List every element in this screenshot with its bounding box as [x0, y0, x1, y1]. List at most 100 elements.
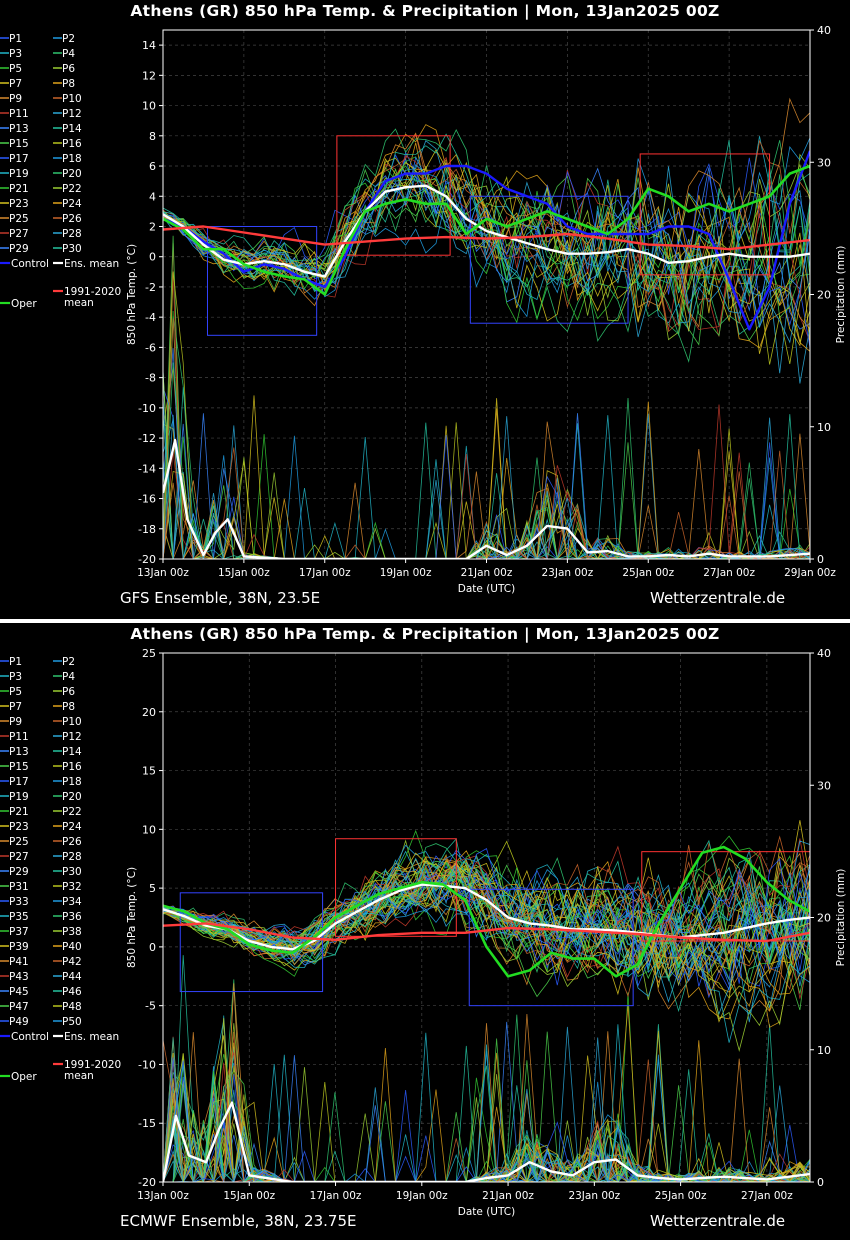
legend-item: P30 — [62, 243, 82, 255]
legend-item: P30 — [62, 866, 82, 878]
legend-item: Oper — [11, 298, 37, 310]
ecmwf-chart: -20 -15 -10 -5 0 5 10 15 20 25 0 10 20 30 40 13Jan 00z 1… — [0, 647, 847, 1218]
y2-tick-label: 30 — [817, 156, 831, 169]
y-axis-label: 850 hPa Temp. (°C) — [126, 244, 138, 345]
legend-item: P6 — [62, 686, 75, 698]
legend-item: P7 — [9, 701, 22, 713]
legend-item: P5 — [9, 63, 22, 75]
legend-item: P48 — [62, 1001, 82, 1013]
y-tick-label: -8 — [145, 372, 156, 385]
member-precip-line — [163, 386, 810, 559]
legend-item: P28 — [62, 851, 82, 863]
legend-item: P40 — [62, 941, 82, 953]
y-tick-label: -10 — [138, 402, 156, 415]
x-tick-label: 19Jan 00z — [396, 1190, 448, 1202]
legend-item: P1 — [9, 33, 22, 45]
y-tick-label: 6 — [149, 160, 156, 173]
y-tick-label: -5 — [145, 1000, 156, 1013]
legend-item: P17 — [9, 776, 29, 788]
legend-item: P27 — [9, 851, 29, 863]
legend-item: P20 — [62, 791, 82, 803]
legend-item: P8 — [62, 701, 75, 713]
legend-item: P25 — [9, 213, 29, 225]
x-tick-label: 21Jan 00z — [461, 567, 513, 579]
y-axis-label: 850 hPa Temp. (°C) — [126, 867, 138, 968]
plot-area — [163, 820, 810, 1182]
legend-item: P19 — [9, 168, 29, 180]
legend-item: P2 — [62, 656, 75, 668]
y2-axis-label: Precipitation (mm) — [835, 869, 847, 967]
site-label: Wetterzentrale.de — [650, 1212, 786, 1230]
site-label: Wetterzentrale.de — [650, 589, 786, 607]
ecmwf-panel: Athens (GR) 850 hPa Temp. & Precipitatio… — [0, 623, 850, 1240]
x-tick-label: 25Jan 00z — [622, 567, 674, 579]
legend-item: P23 — [9, 198, 29, 210]
gfs-panel: Athens (GR) 850 hPa Temp. & Precipitatio… — [0, 0, 850, 620]
x-tick-label: 15Jan 00z — [223, 1190, 275, 1202]
y-tick-label: 15 — [142, 765, 156, 778]
gfs-chart: -20-18-16-14-12-10-8-6-4-202468101214010… — [0, 24, 847, 595]
y-tick-label: -15 — [138, 1117, 156, 1130]
legend-item: P18 — [62, 776, 82, 788]
x-tick-label: 17Jan 00z — [299, 567, 351, 579]
legend-item: P50 — [62, 1016, 82, 1028]
y-tick-label: 2 — [149, 220, 156, 233]
x-axis-label: Date (UTC) — [458, 1206, 515, 1218]
legend-item: P29 — [9, 866, 29, 878]
legend-item: P23 — [9, 821, 29, 833]
legend-item: P12 — [62, 731, 82, 743]
legend-item: P1 — [9, 656, 22, 668]
legend-item: P45 — [9, 986, 29, 998]
member-precip-line — [163, 1059, 810, 1182]
member-precip-line — [163, 1062, 810, 1182]
x-tick-label: 21Jan 00z — [482, 1190, 534, 1202]
legend-item: P32 — [62, 881, 82, 893]
legend-item: P12 — [62, 108, 82, 120]
y2-tick-label: 0 — [817, 553, 824, 566]
legend-item: P29 — [9, 243, 29, 255]
legend-item: P4 — [62, 671, 75, 683]
legend-item: P4 — [62, 48, 75, 60]
legend-item: P10 — [62, 716, 82, 728]
y2-tick-label: 20 — [817, 912, 831, 925]
legend-item: P19 — [9, 791, 29, 803]
y2-tick-label: 20 — [817, 289, 831, 302]
y-tick-label: 10 — [142, 823, 156, 836]
legend-item: P20 — [62, 168, 82, 180]
legend-item: P13 — [9, 746, 29, 758]
y-tick-label: -4 — [145, 311, 156, 324]
member-precip-line — [163, 1038, 810, 1182]
legend-item: P15 — [9, 138, 29, 150]
legend-item: P21 — [9, 806, 29, 818]
legend-item: P6 — [62, 63, 75, 75]
legend-item: P13 — [9, 123, 29, 135]
y2-tick-label: 40 — [817, 647, 831, 660]
y-tick-label: -14 — [138, 462, 156, 475]
x-tick-label: 23Jan 00z — [541, 567, 593, 579]
legend-item: P8 — [62, 78, 75, 90]
legend-item: P11 — [9, 731, 29, 743]
y-tick-label: -20 — [138, 1176, 156, 1189]
legend-item: P3 — [9, 671, 22, 683]
legend-item: Oper — [11, 1071, 37, 1083]
y-tick-label: 0 — [149, 251, 156, 264]
x-tick-label: 13Jan 00z — [137, 1190, 189, 1202]
y-tick-label: -2 — [145, 281, 156, 294]
legend-item: P2 — [62, 33, 75, 45]
legend-item: P46 — [62, 986, 82, 998]
legend-item: P7 — [9, 78, 22, 90]
x-tick-label: 19Jan 00z — [380, 567, 432, 579]
legend-item: P24 — [62, 198, 82, 210]
legend-item: P39 — [9, 941, 29, 953]
y-tick-label: 0 — [149, 941, 156, 954]
legend-item: P17 — [9, 153, 29, 165]
y-tick-label: -16 — [138, 493, 156, 506]
legend-item: Control — [11, 1031, 49, 1043]
y-tick-label: 12 — [142, 69, 156, 82]
y-tick-label: 4 — [149, 190, 156, 203]
legend-item: P22 — [62, 183, 82, 195]
y-tick-label: -6 — [145, 341, 156, 354]
y-tick-label: -18 — [138, 523, 156, 536]
legend-item: P9 — [9, 716, 22, 728]
legend: P1 P2 P3 P4 P5 P6 P7 P8 P9 P10 P11 P12 P13 P14 P15 P16 P… — [0, 656, 121, 1083]
